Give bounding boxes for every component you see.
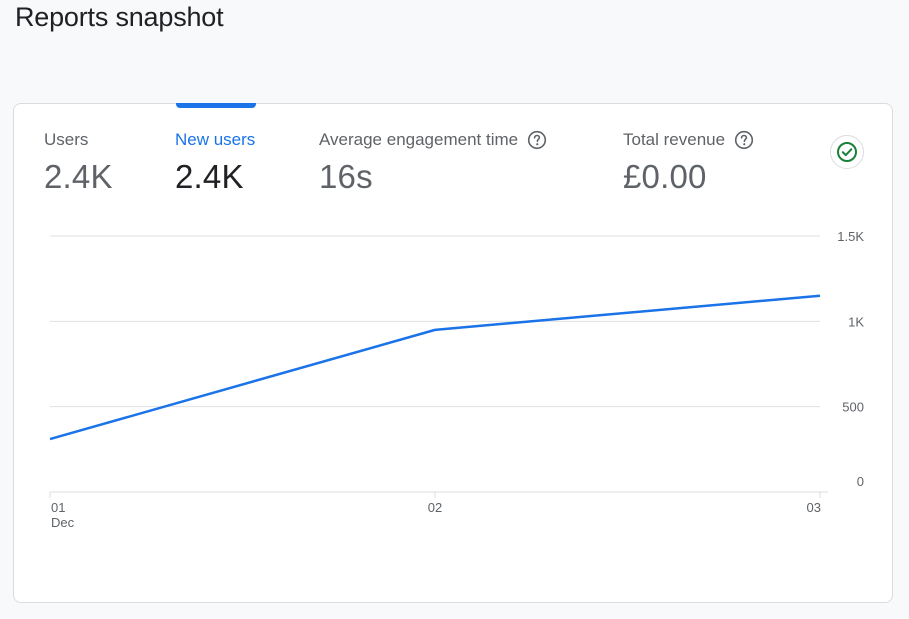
new-users-chart: 0 500 1K 1.5K 01 Dec 02 03 [14, 104, 894, 604]
active-tab-indicator [176, 103, 256, 108]
x-tick-sublabel: Dec [51, 515, 75, 530]
reports-snapshot-card: Users 2.4K New users 2.4K Average engage… [13, 103, 893, 603]
y-tick-label: 500 [842, 400, 864, 415]
y-tick-label: 1.5K [837, 229, 864, 244]
x-tick-label: 03 [807, 500, 821, 515]
x-tick-label: 02 [428, 500, 442, 515]
y-tick-label: 1K [848, 314, 864, 329]
x-tick-label: 01 [51, 500, 65, 515]
series-line [49, 294, 821, 441]
y-tick-label: 0 [857, 474, 864, 489]
page-title: Reports snapshot [15, 2, 224, 32]
chart-svg: 0 500 1K 1.5K 01Dec 02 03 [49, 229, 864, 530]
